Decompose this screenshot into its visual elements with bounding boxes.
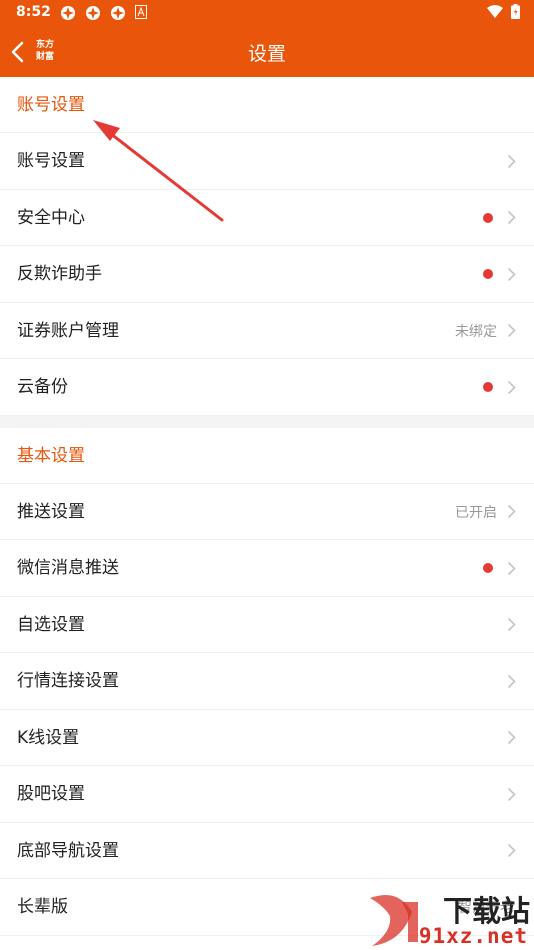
row-label: 反欺诈助手 — [17, 264, 102, 284]
watermark: 下载站 91xz.net — [354, 886, 534, 950]
chevron-right-icon — [507, 617, 516, 632]
chevron-right-icon — [507, 787, 516, 801]
notification-app-icon — [61, 6, 75, 20]
settings-row-push[interactable]: 推送设置 已开启 — [0, 484, 534, 540]
row-value: 已开启 — [455, 504, 497, 521]
chevron-right-icon — [507, 843, 516, 858]
settings-row-account[interactable]: 账号设置 — [0, 133, 534, 190]
row-label: 股吧设置 — [17, 784, 85, 804]
status-time: 8:52 — [16, 4, 51, 20]
row-label: 微信消息推送 — [17, 558, 119, 578]
settings-row-cloud-backup[interactable]: 云备份 — [0, 359, 534, 416]
row-value: 未绑定 — [455, 323, 497, 340]
section-header-basic: 基本设置 — [0, 428, 534, 484]
row-label: 云备份 — [17, 377, 68, 397]
settings-row-wechat-push[interactable]: 微信消息推送 — [0, 540, 534, 597]
row-label: 长辈版 — [17, 897, 68, 917]
red-dot-badge — [483, 269, 493, 279]
page-title: 设置 — [247, 43, 286, 65]
a-icon — [135, 5, 147, 19]
settings-row-guba[interactable]: 股吧设置 — [0, 766, 534, 823]
status-right — [487, 4, 520, 19]
chevron-right-icon — [507, 380, 516, 394]
settings-list: 账号设置 账号设置 安全中心 反欺诈助手 证券账户管理 未绑定 云备份 基本设置… — [0, 77, 534, 936]
chevron-right-icon — [507, 267, 516, 281]
row-label: 行情连接设置 — [17, 671, 119, 691]
notification-icons — [60, 5, 147, 21]
settings-row-quote-connection[interactable]: 行情连接设置 — [0, 653, 534, 710]
row-label: 账号设置 — [17, 151, 85, 171]
status-bar: 8:52 — [0, 0, 534, 26]
settings-row-security-center[interactable]: 安全中心 — [0, 190, 534, 246]
chevron-right-icon — [507, 154, 516, 168]
row-label: 推送设置 — [17, 501, 85, 522]
section-header-account: 账号设置 — [0, 77, 534, 133]
chevron-right-icon — [507, 210, 516, 225]
row-label: 自选设置 — [17, 614, 85, 635]
settings-row-securities-account[interactable]: 证券账户管理 未绑定 — [0, 303, 534, 359]
chevron-right-icon — [507, 323, 516, 338]
row-label: 安全中心 — [17, 207, 85, 228]
nav-bar: 东方 财富 设置 — [0, 26, 534, 77]
notification-app-icon — [111, 6, 125, 20]
notification-app-icon — [86, 6, 100, 20]
battery-icon — [511, 4, 520, 19]
settings-row-kline[interactable]: K线设置 — [0, 710, 534, 766]
settings-row-anti-fraud[interactable]: 反欺诈助手 — [0, 246, 534, 303]
chevron-right-icon — [507, 730, 516, 745]
row-label: 底部导航设置 — [17, 840, 119, 861]
wifi-icon — [487, 5, 503, 18]
settings-row-bottom-nav[interactable]: 底部导航设置 — [0, 823, 534, 879]
row-label: 证券账户管理 — [17, 320, 119, 341]
red-dot-badge — [483, 563, 493, 573]
red-dot-badge — [483, 212, 493, 223]
section-divider — [0, 415, 534, 428]
red-dot-badge — [483, 382, 493, 392]
row-label: K线设置 — [17, 727, 80, 748]
chevron-right-icon — [507, 674, 516, 688]
chevron-right-icon — [507, 504, 516, 519]
chevron-right-icon — [507, 561, 516, 575]
watermark-domain: 91xz.net — [418, 924, 528, 948]
settings-row-watchlist[interactable]: 自选设置 — [0, 597, 534, 653]
